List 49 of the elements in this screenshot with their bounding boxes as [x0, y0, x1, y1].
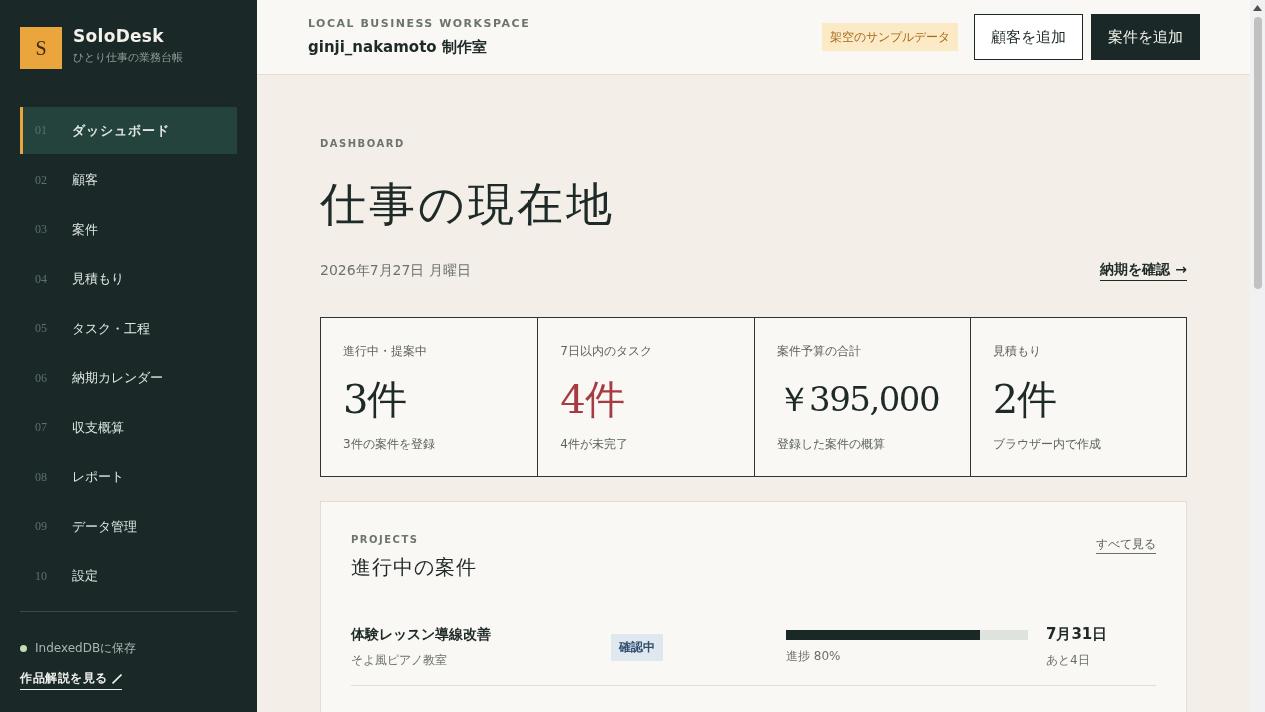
stat-note: ブラウザー内で作成 [992, 436, 1102, 453]
stat-value: 2件 [992, 375, 1058, 424]
project-name: 体験レッスン導線改善 [351, 625, 492, 644]
stat-value: ￥395,000 [776, 378, 941, 421]
project-notes-link[interactable]: 作品解説を見る [20, 670, 122, 690]
stat-note: 4件が未完了 [560, 436, 629, 453]
workspace-name: ginji_nakamoto 制作室 [308, 38, 488, 57]
progress-label: 進捗 80% [786, 647, 842, 665]
nav-item[interactable]: 10 設定 [20, 552, 237, 600]
nav-item[interactable]: 05 タスク・工程 [20, 305, 237, 352]
app-tagline: ひとり仕事の業務台帳 [73, 49, 183, 65]
deadlines-link[interactable]: 納期を確認 → [1100, 261, 1187, 281]
nav-item[interactable]: 02 顧客 [20, 156, 237, 204]
scrollbar[interactable] [1250, 0, 1265, 712]
stat-label: 見積もり [992, 343, 1042, 360]
sample-data-badge: 架空のサンプルデータ [822, 23, 958, 51]
nav-item[interactable]: 07 収支概算 [20, 404, 237, 451]
section-eyebrow: PROJECTS [351, 534, 420, 545]
client-name: そよ風ピアノ教室 [351, 651, 448, 669]
stat-label: 7日以内のタスク [560, 343, 653, 360]
stat-label: 進行中・提案中 [343, 343, 428, 360]
page-title: 仕事の現在地 [320, 176, 615, 232]
nav-item[interactable]: 09 データ管理 [20, 503, 237, 550]
nav-item[interactable]: 06 納期カレンダー [20, 354, 237, 402]
section-title: 進行中の案件 [351, 554, 477, 581]
see-all-link[interactable]: すべて見る [1096, 536, 1156, 554]
current-date: 2026年7月27日 月曜日 [320, 262, 471, 280]
stat-note: 3件の案件を登録 [343, 436, 436, 453]
status-badge: 確認中 [611, 633, 663, 661]
storage-status: IndexedDBに保存 [35, 640, 137, 657]
scrollbar-thumb[interactable] [1253, 17, 1262, 289]
stat-note: 登録した案件の概算 [776, 436, 886, 453]
app-name: SoloDesk [73, 25, 165, 46]
page-eyebrow: DASHBOARD [320, 138, 406, 149]
due-date: 7月31日 [1046, 625, 1109, 644]
add-project-button[interactable]: 案件を追加 [1091, 14, 1200, 60]
nav-item[interactable]: 04 見積もり [20, 255, 237, 303]
scroll-up-icon[interactable] [1253, 5, 1262, 11]
workspace-eyebrow: LOCAL BUSINESS WORKSPACE [308, 17, 532, 30]
status-dot-icon [20, 645, 27, 652]
nav-item[interactable]: 08 レポート [20, 453, 237, 501]
add-client-button[interactable]: 顧客を追加 [974, 14, 1083, 60]
slash-icon [111, 673, 122, 684]
stat-label: 案件予算の合計 [776, 343, 862, 360]
stat-value: 4件 [560, 375, 625, 424]
logo-mark: S [20, 27, 62, 69]
stat-value: 3件 [343, 375, 408, 424]
nav-item[interactable]: 03 案件 [20, 206, 237, 253]
days-remaining: あと4日 [1046, 652, 1091, 669]
